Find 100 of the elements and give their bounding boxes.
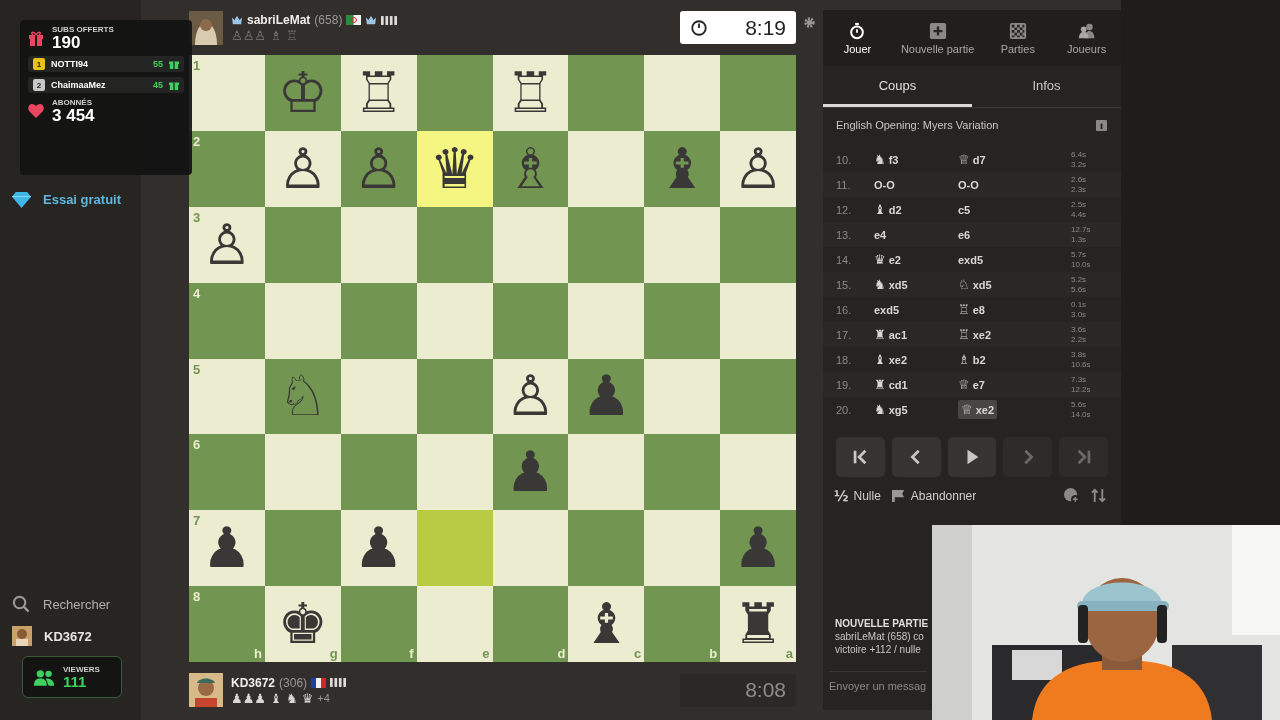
player-name[interactable]: KD3672 [231,675,276,690]
board-square[interactable] [644,282,721,359]
board-square[interactable] [340,358,417,435]
move[interactable]: O-O [874,178,958,191]
move[interactable]: ♝ xe2 [874,352,958,367]
chess-piece[interactable]: ♝ [581,596,632,653]
chess-piece[interactable]: ♙ [201,216,253,273]
move[interactable]: e4 [874,228,958,241]
board-square[interactable]: ♖ [340,55,417,131]
move-number: 18. [836,353,853,366]
board-square[interactable] [568,282,645,359]
sidebar-item[interactable]: Essai gratuit [43,192,122,207]
nav-button[interactable] [947,437,997,477]
move[interactable]: c5 [958,203,1042,216]
book-icon[interactable] [1096,119,1107,131]
move-time: 12.2s [1071,384,1092,395]
move[interactable]: ♝ d2 [874,202,958,217]
move[interactable]: ♜ ac1 [874,327,958,342]
nav-button[interactable] [891,437,941,477]
board-square[interactable] [340,206,417,283]
sidebar-item[interactable]: KD3672 [44,628,92,644]
clock: 8:08 [680,673,796,707]
board-square[interactable] [568,510,645,587]
board-square[interactable] [644,510,721,587]
board-square[interactable] [644,358,721,435]
board-square[interactable] [416,358,493,435]
chess-piece[interactable]: ♟ [353,520,404,577]
board-square[interactable] [340,434,417,511]
nav-tab[interactable]: Jouer [823,10,892,66]
move[interactable]: ♖ xe2 [958,327,1042,342]
board-square[interactable]: ♙ [264,130,341,207]
board-square[interactable] [264,282,341,359]
board-square[interactable] [264,434,341,511]
move[interactable]: ♕ d7 [958,152,1042,167]
board-square[interactable] [644,206,721,283]
board-square[interactable]: ♛ [416,130,493,207]
chess-piece[interactable]: ♙ [732,140,784,197]
board-square[interactable] [264,510,341,587]
board-square[interactable]: ♙ [720,130,796,207]
settings-icon[interactable] [803,16,816,29]
board-square[interactable]: ♟ [340,510,417,587]
chess-piece[interactable]: ♜ [732,596,784,653]
board-square[interactable] [340,282,417,359]
board-square[interactable] [568,130,645,207]
player-rating: (658) [314,13,343,27]
move[interactable]: ♕ xe2 [958,400,997,419]
chess-piece[interactable]: ♚ [277,596,328,653]
nav-tab[interactable]: Joueurs [1052,10,1121,66]
rank-label: 1 [193,58,201,73]
chess-piece[interactable]: ♖ [505,64,556,121]
chat-title: NOUVELLE PARTIE [835,618,930,629]
player-name[interactable]: sabriLeMat [247,13,311,27]
board-square[interactable] [492,206,569,283]
move-time: 5.6s [1071,284,1088,295]
move[interactable]: ♛ e2 [874,252,958,267]
file-label: c [634,646,642,661]
board-square[interactable] [568,434,645,511]
widget-count: 190 [52,34,82,51]
board-square[interactable] [264,206,341,283]
chess-piece[interactable]: ♛ [429,140,480,197]
add-time-icon[interactable] [1063,487,1080,504]
chess-piece[interactable]: ♙ [277,140,328,197]
move[interactable]: ♞ xd5 [874,277,958,292]
move[interactable]: ♜ cd1 [874,377,958,392]
board-square[interactable] [416,206,493,283]
board-square[interactable] [720,358,796,435]
board-square[interactable] [416,510,493,587]
move[interactable]: ♖ e8 [958,302,1042,317]
move[interactable]: exd5 [958,253,1042,266]
board-square[interactable]: ♙ [492,358,569,435]
move[interactable]: ♕ e7 [958,377,1042,392]
sidebar-item[interactable]: Rechercher [43,597,111,612]
tab[interactable]: Infos [972,66,1121,107]
board-square[interactable] [416,282,493,359]
board-square[interactable] [492,282,569,359]
tab[interactable]: Coups [823,66,972,107]
board-square[interactable] [568,206,645,283]
chess-piece[interactable]: ♙ [505,368,556,425]
nav-tab[interactable]: Parties [983,10,1053,66]
move[interactable]: ♗ b2 [958,352,1042,367]
move[interactable]: e6 [958,228,1042,241]
action-button[interactable]: ½ Nulle [834,487,881,504]
chess-piece[interactable]: ♟ [201,520,253,577]
move-time: 5.2s [1071,274,1088,285]
move-time: 2.5s [1071,199,1088,210]
nav-tab[interactable]: Nouvelle partie [891,10,984,66]
move[interactable]: ♘ xd5 [958,277,1042,292]
board-square[interactable] [644,434,721,511]
move[interactable]: ♞ xg5 [874,402,958,417]
chess-piece[interactable]: ♖ [353,64,404,121]
nav-button[interactable] [836,437,885,477]
action-button[interactable]: Abandonner [890,488,977,503]
flip-board-icon[interactable] [1090,487,1107,504]
board-square[interactable] [416,434,493,511]
move[interactable]: exd5 [874,303,958,316]
move[interactable]: ♞ f3 [874,152,958,167]
board-square[interactable] [492,510,569,587]
move[interactable]: O-O [958,178,1042,191]
board-square[interactable]: ♖ [492,55,569,131]
chat-message: sabriLeMat (658) co [835,631,925,642]
